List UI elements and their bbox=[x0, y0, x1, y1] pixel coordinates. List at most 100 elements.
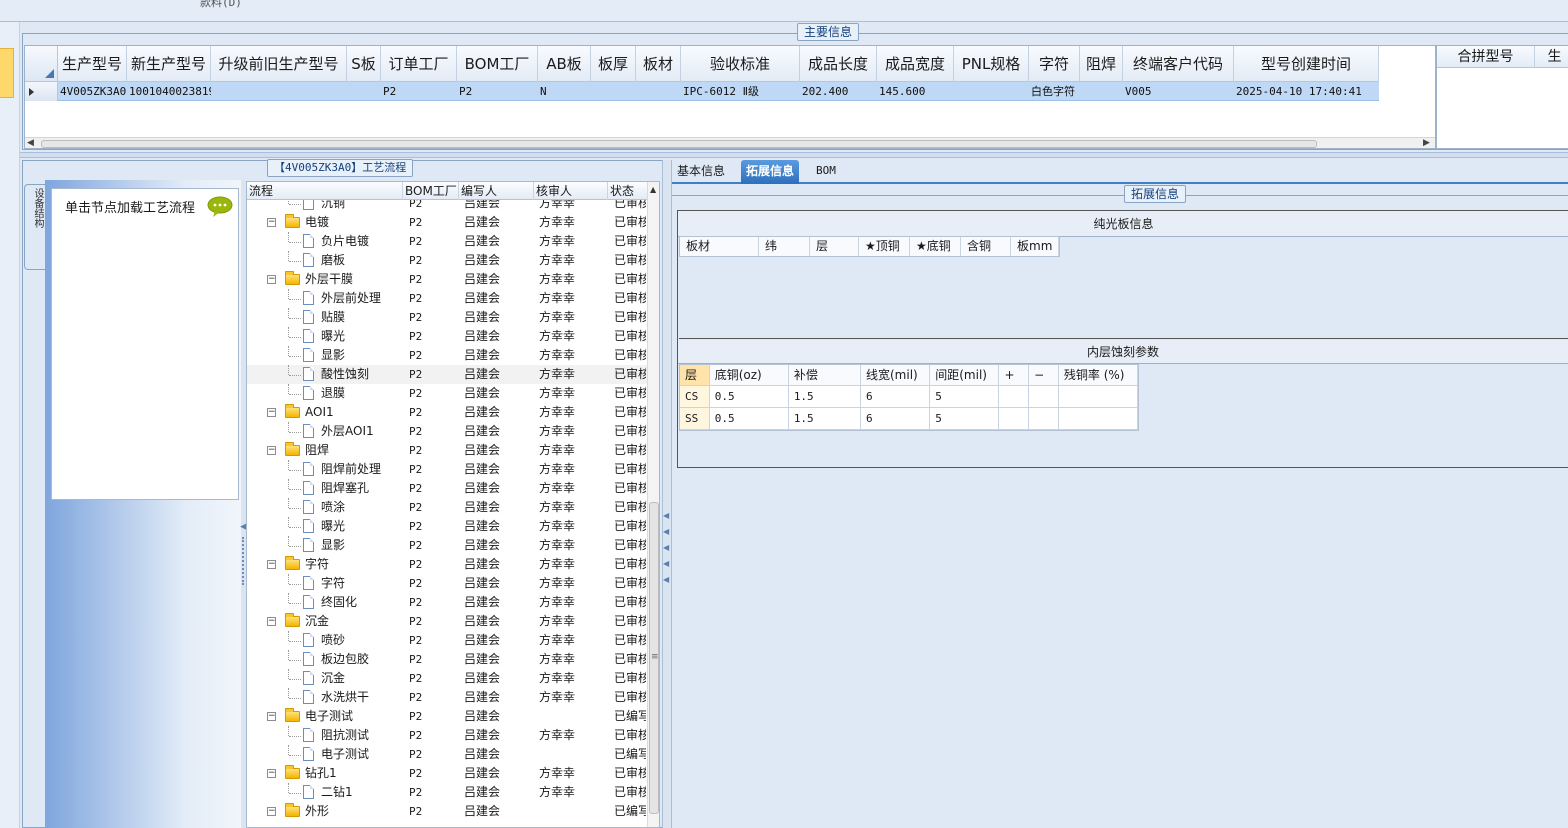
table-cell[interactable] bbox=[1029, 408, 1059, 429]
column-header[interactable]: 合拼型号 bbox=[1437, 46, 1535, 68]
tree-node-label[interactable]: 钻孔1 bbox=[305, 764, 337, 783]
column-header[interactable]: 补偿 bbox=[789, 365, 861, 385]
table-cell[interactable] bbox=[999, 408, 1030, 429]
tree-row[interactable]: 水洗烘干 P2 吕建会 方幸幸 已审核 bbox=[247, 688, 647, 707]
column-header[interactable]: 型号创建时间 bbox=[1234, 46, 1379, 82]
column-header[interactable]: 订单工厂 bbox=[381, 46, 457, 82]
scroll-right-icon[interactable]: ▶ bbox=[1423, 138, 1430, 148]
tree-row[interactable]: 负片电镀 P2 吕建会 方幸幸 已审核 bbox=[247, 232, 647, 251]
tab-bom[interactable]: BOM bbox=[811, 160, 841, 184]
speech-bubble-icon[interactable] bbox=[207, 196, 233, 218]
table-row[interactable]: 4V005ZK3A010010400238194P2P2NIPC-6012 Ⅱ级… bbox=[25, 82, 1379, 101]
table-cell[interactable]: 202.400 bbox=[800, 82, 877, 101]
tree-row[interactable]: 沉铜 P2 吕建会 方幸幸 已审核 bbox=[247, 200, 647, 213]
tree-row[interactable]: 沉金 P2 吕建会 方幸幸 已审核 bbox=[247, 669, 647, 688]
column-header[interactable]: + bbox=[999, 365, 1030, 385]
table-cell[interactable]: 白色字符 bbox=[1029, 82, 1080, 101]
tree-node-label[interactable]: 喷涂 bbox=[321, 498, 345, 517]
tree-node-label[interactable]: 负片电镀 bbox=[321, 232, 369, 251]
column-header[interactable]: 板厚 bbox=[591, 46, 636, 82]
table-cell[interactable]: 145.600 bbox=[877, 82, 954, 101]
tree-row[interactable]: − 沉金 P2 吕建会 方幸幸 已审核 bbox=[247, 612, 647, 631]
collapse-icon[interactable]: − bbox=[267, 769, 276, 778]
tree-node-label[interactable]: 阻焊塞孔 bbox=[321, 479, 369, 498]
tree-row[interactable]: 二钻1 P2 吕建会 方幸幸 已审核 bbox=[247, 783, 647, 802]
tree-row[interactable]: 阻抗测试 P2 吕建会 方幸幸 已审核 bbox=[247, 726, 647, 745]
tree-node-label[interactable]: 外层前处理 bbox=[321, 289, 381, 308]
main-info-grid[interactable]: 生产型号 新生产型号 升级前旧生产型号 S板 订单工厂 BOM工厂 AB板 板厚 板材 验收标准成… bbox=[24, 45, 1436, 149]
table-cell[interactable] bbox=[954, 82, 1029, 101]
table-cell[interactable] bbox=[591, 82, 636, 101]
tree-row[interactable]: − 字符 P2 吕建会 方幸幸 已审核 bbox=[247, 555, 647, 574]
table-cell[interactable]: 5 bbox=[930, 386, 1000, 407]
column-header[interactable]: 纬 bbox=[759, 237, 810, 256]
tree-row[interactable]: 喷涂 P2 吕建会 方幸幸 已审核 bbox=[247, 498, 647, 517]
table-cell[interactable]: 0.5 bbox=[710, 386, 789, 407]
collapse-icon[interactable]: − bbox=[267, 617, 276, 626]
equipment-tree-box[interactable] bbox=[51, 188, 239, 500]
plain-board-grid[interactable]: 板材 纬 层 ★顶铜 ★底铜 含铜 板mm bbox=[679, 236, 1060, 257]
column-header[interactable]: 板材 bbox=[636, 46, 681, 82]
tree-node-label[interactable]: 外层干膜 bbox=[305, 270, 353, 289]
collapsed-panel-tab[interactable] bbox=[0, 48, 14, 98]
scroll-left-icon[interactable]: ◀ bbox=[27, 138, 34, 148]
column-header[interactable]: 生 bbox=[1535, 46, 1568, 68]
tree-node-label[interactable]: AOI1 bbox=[305, 403, 334, 422]
table-cell[interactable]: 6 bbox=[861, 408, 931, 429]
tree-row[interactable]: 阻焊塞孔 P2 吕建会 方幸幸 已审核 bbox=[247, 479, 647, 498]
column-header[interactable]: 线宽(mil) bbox=[861, 365, 931, 385]
column-header[interactable]: ★顶铜 bbox=[859, 237, 910, 256]
column-header[interactable]: 核审人 bbox=[534, 182, 608, 200]
table-cell[interactable] bbox=[636, 82, 681, 101]
tree-node-label[interactable]: 字符 bbox=[305, 555, 329, 574]
tree-row[interactable]: 外层前处理 P2 吕建会 方幸幸 已审核 bbox=[247, 289, 647, 308]
tree-row[interactable]: 酸性蚀刻 P2 吕建会 方幸幸 已审核 bbox=[247, 365, 647, 384]
tree-row[interactable]: 电子测试 P2 吕建会 已编写 bbox=[247, 745, 647, 764]
table-cell[interactable] bbox=[1029, 386, 1059, 407]
column-header[interactable]: 流程 bbox=[247, 182, 403, 200]
tree-node-label[interactable]: 外层AOI1 bbox=[321, 422, 374, 441]
table-cell[interactable]: CS bbox=[680, 386, 710, 407]
tree-row[interactable]: − 电镀 P2 吕建会 方幸幸 已审核 bbox=[247, 213, 647, 232]
collapse-icon[interactable]: − bbox=[267, 218, 276, 227]
tree-row[interactable]: − 电子测试 P2 吕建会 已编写 bbox=[247, 707, 647, 726]
column-header[interactable]: 板mm bbox=[1011, 237, 1059, 256]
table-cell[interactable] bbox=[999, 386, 1030, 407]
tree-node-label[interactable]: 酸性蚀刻 bbox=[321, 365, 369, 384]
tree-node-label[interactable]: 沉金 bbox=[321, 669, 345, 688]
tree-row[interactable]: 字符 P2 吕建会 方幸幸 已审核 bbox=[247, 574, 647, 593]
column-header[interactable]: 底铜(oz) bbox=[710, 365, 789, 385]
table-cell[interactable]: V005 bbox=[1123, 82, 1234, 101]
tree-node-label[interactable]: 沉金 bbox=[305, 612, 329, 631]
process-tree[interactable]: 流程 BOM工厂 编写人 核审人 状态 沉铜P2吕建会方幸幸已审核−电镀P2吕建… bbox=[246, 181, 660, 828]
column-header[interactable]: PNL规格 bbox=[954, 46, 1029, 82]
tree-node-label[interactable]: 二钻1 bbox=[321, 783, 353, 802]
column-header[interactable]: 成品长度 bbox=[800, 46, 877, 82]
table-cell[interactable] bbox=[1059, 408, 1138, 429]
tree-node-label[interactable]: 贴膜 bbox=[321, 308, 345, 327]
column-header[interactable]: 残铜率 (%) bbox=[1059, 365, 1138, 385]
table-cell[interactable]: 10010400238194 bbox=[127, 82, 211, 101]
tree-row[interactable]: 板边包胶 P2 吕建会 方幸幸 已审核 bbox=[247, 650, 647, 669]
table-cell[interactable] bbox=[1080, 82, 1123, 101]
collapse-arrows-icon[interactable]: ◀ ◀ ◀ ◀ ◀ bbox=[663, 508, 669, 588]
merge-model-grid[interactable]: 合拼型号 生 bbox=[1436, 45, 1568, 149]
tree-row[interactable]: 喷砂 P2 吕建会 方幸幸 已审核 bbox=[247, 631, 647, 650]
tree-row[interactable]: 曝光 P2 吕建会 方幸幸 已审核 bbox=[247, 327, 647, 346]
tree-node-label[interactable]: 退膜 bbox=[321, 384, 345, 403]
tree-node-label[interactable]: 磨板 bbox=[321, 251, 345, 270]
horizontal-splitter[interactable] bbox=[20, 152, 1568, 158]
tab-basic-info[interactable]: 基本信息 bbox=[672, 160, 730, 184]
table-cell[interactable]: 1.5 bbox=[789, 408, 861, 429]
tree-row[interactable]: 显影 P2 吕建会 方幸幸 已审核 bbox=[247, 346, 647, 365]
column-header[interactable]: 生产型号 bbox=[58, 46, 127, 82]
table-cell[interactable]: 0.5 bbox=[710, 408, 789, 429]
tree-node-label[interactable]: 阻抗测试 bbox=[321, 726, 369, 745]
tree-node-label[interactable]: 电镀 bbox=[305, 213, 329, 232]
grid-corner[interactable] bbox=[25, 46, 58, 82]
tree-row[interactable]: − 钻孔1 P2 吕建会 方幸幸 已审核 bbox=[247, 764, 647, 783]
column-header[interactable]: ★底铜 bbox=[910, 237, 961, 256]
tree-node-label[interactable]: 终固化 bbox=[321, 593, 357, 612]
center-splitter[interactable] bbox=[662, 160, 672, 828]
column-header[interactable]: 终端客户代码 bbox=[1123, 46, 1234, 82]
